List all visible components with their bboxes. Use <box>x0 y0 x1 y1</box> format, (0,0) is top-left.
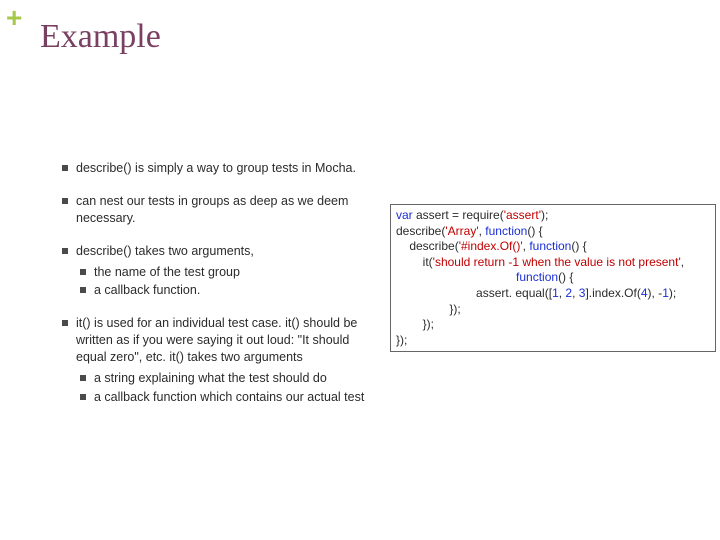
list-item: can nest our tests in groups as deep as … <box>62 193 372 227</box>
code-line: }); <box>396 333 710 349</box>
code-text: , <box>572 286 579 300</box>
bullet-text: a string explaining what the test should… <box>94 371 327 385</box>
page-title: Example <box>40 18 161 56</box>
code-line: }); <box>396 317 710 333</box>
code-text: ].index.Of( <box>585 286 640 300</box>
bullet-list: describe() is simply a way to group test… <box>62 160 372 422</box>
code-string: 'Array' <box>445 224 478 238</box>
code-text: ); <box>541 208 548 222</box>
code-string: 'should return -1 when the value is not … <box>433 255 681 269</box>
code-string: '#index.Of()' <box>459 239 523 253</box>
code-text: ), - <box>648 286 663 300</box>
code-keyword: function <box>485 224 527 238</box>
list-item: describe() is simply a way to group test… <box>62 160 372 177</box>
list-subitem: a callback function which contains our a… <box>80 389 372 406</box>
code-line: it('should return -1 when the value is n… <box>396 255 710 271</box>
code-line: var assert = require('assert'); <box>396 208 710 224</box>
code-text <box>396 270 516 284</box>
bullet-text: describe() is simply a way to group test… <box>76 161 356 175</box>
code-string: 'assert' <box>504 208 541 222</box>
code-keyword: function <box>516 270 558 284</box>
code-number: 1 <box>552 286 559 300</box>
code-line: describe('Array', function() { <box>396 224 710 240</box>
list-subitem: the name of the test group <box>80 264 372 281</box>
code-line: describe('#index.Of()', function() { <box>396 239 710 255</box>
bullet-text: it() is used for an individual test case… <box>76 316 357 364</box>
code-text: assert. equal([ <box>396 286 552 300</box>
code-text: describe( <box>396 224 445 238</box>
code-text: }); <box>396 302 461 316</box>
code-text: }); <box>396 333 407 347</box>
code-text: it( <box>396 255 433 269</box>
code-keyword: var <box>396 208 413 222</box>
bullet-text: describe() takes two arguments, <box>76 244 254 258</box>
code-text: describe( <box>396 239 459 253</box>
code-box: var assert = require('assert'); describe… <box>390 204 716 352</box>
bullet-text: can nest our tests in groups as deep as … <box>76 194 348 225</box>
code-line: function() { <box>396 270 710 286</box>
code-text: () { <box>558 270 573 284</box>
list-item: it() is used for an individual test case… <box>62 315 372 405</box>
code-text: }); <box>396 317 434 331</box>
code-keyword: function <box>529 239 571 253</box>
code-line: }); <box>396 302 710 318</box>
plus-icon: + <box>6 4 22 32</box>
bullet-text: the name of the test group <box>94 265 240 279</box>
bullet-text: a callback function. <box>94 283 200 297</box>
code-text: () { <box>527 224 542 238</box>
code-text: ); <box>669 286 676 300</box>
list-item: describe() takes two arguments, the name… <box>62 243 372 300</box>
code-text: () { <box>571 239 586 253</box>
list-subitem: a callback function. <box>80 282 372 299</box>
code-number: 4 <box>641 286 648 300</box>
code-text: assert = require( <box>413 208 504 222</box>
code-text: , <box>681 255 684 269</box>
code-number: 1 <box>662 286 669 300</box>
list-subitem: a string explaining what the test should… <box>80 370 372 387</box>
code-line: assert. equal([1, 2, 3].index.Of(4), -1)… <box>396 286 710 302</box>
bullet-text: a callback function which contains our a… <box>94 390 364 404</box>
